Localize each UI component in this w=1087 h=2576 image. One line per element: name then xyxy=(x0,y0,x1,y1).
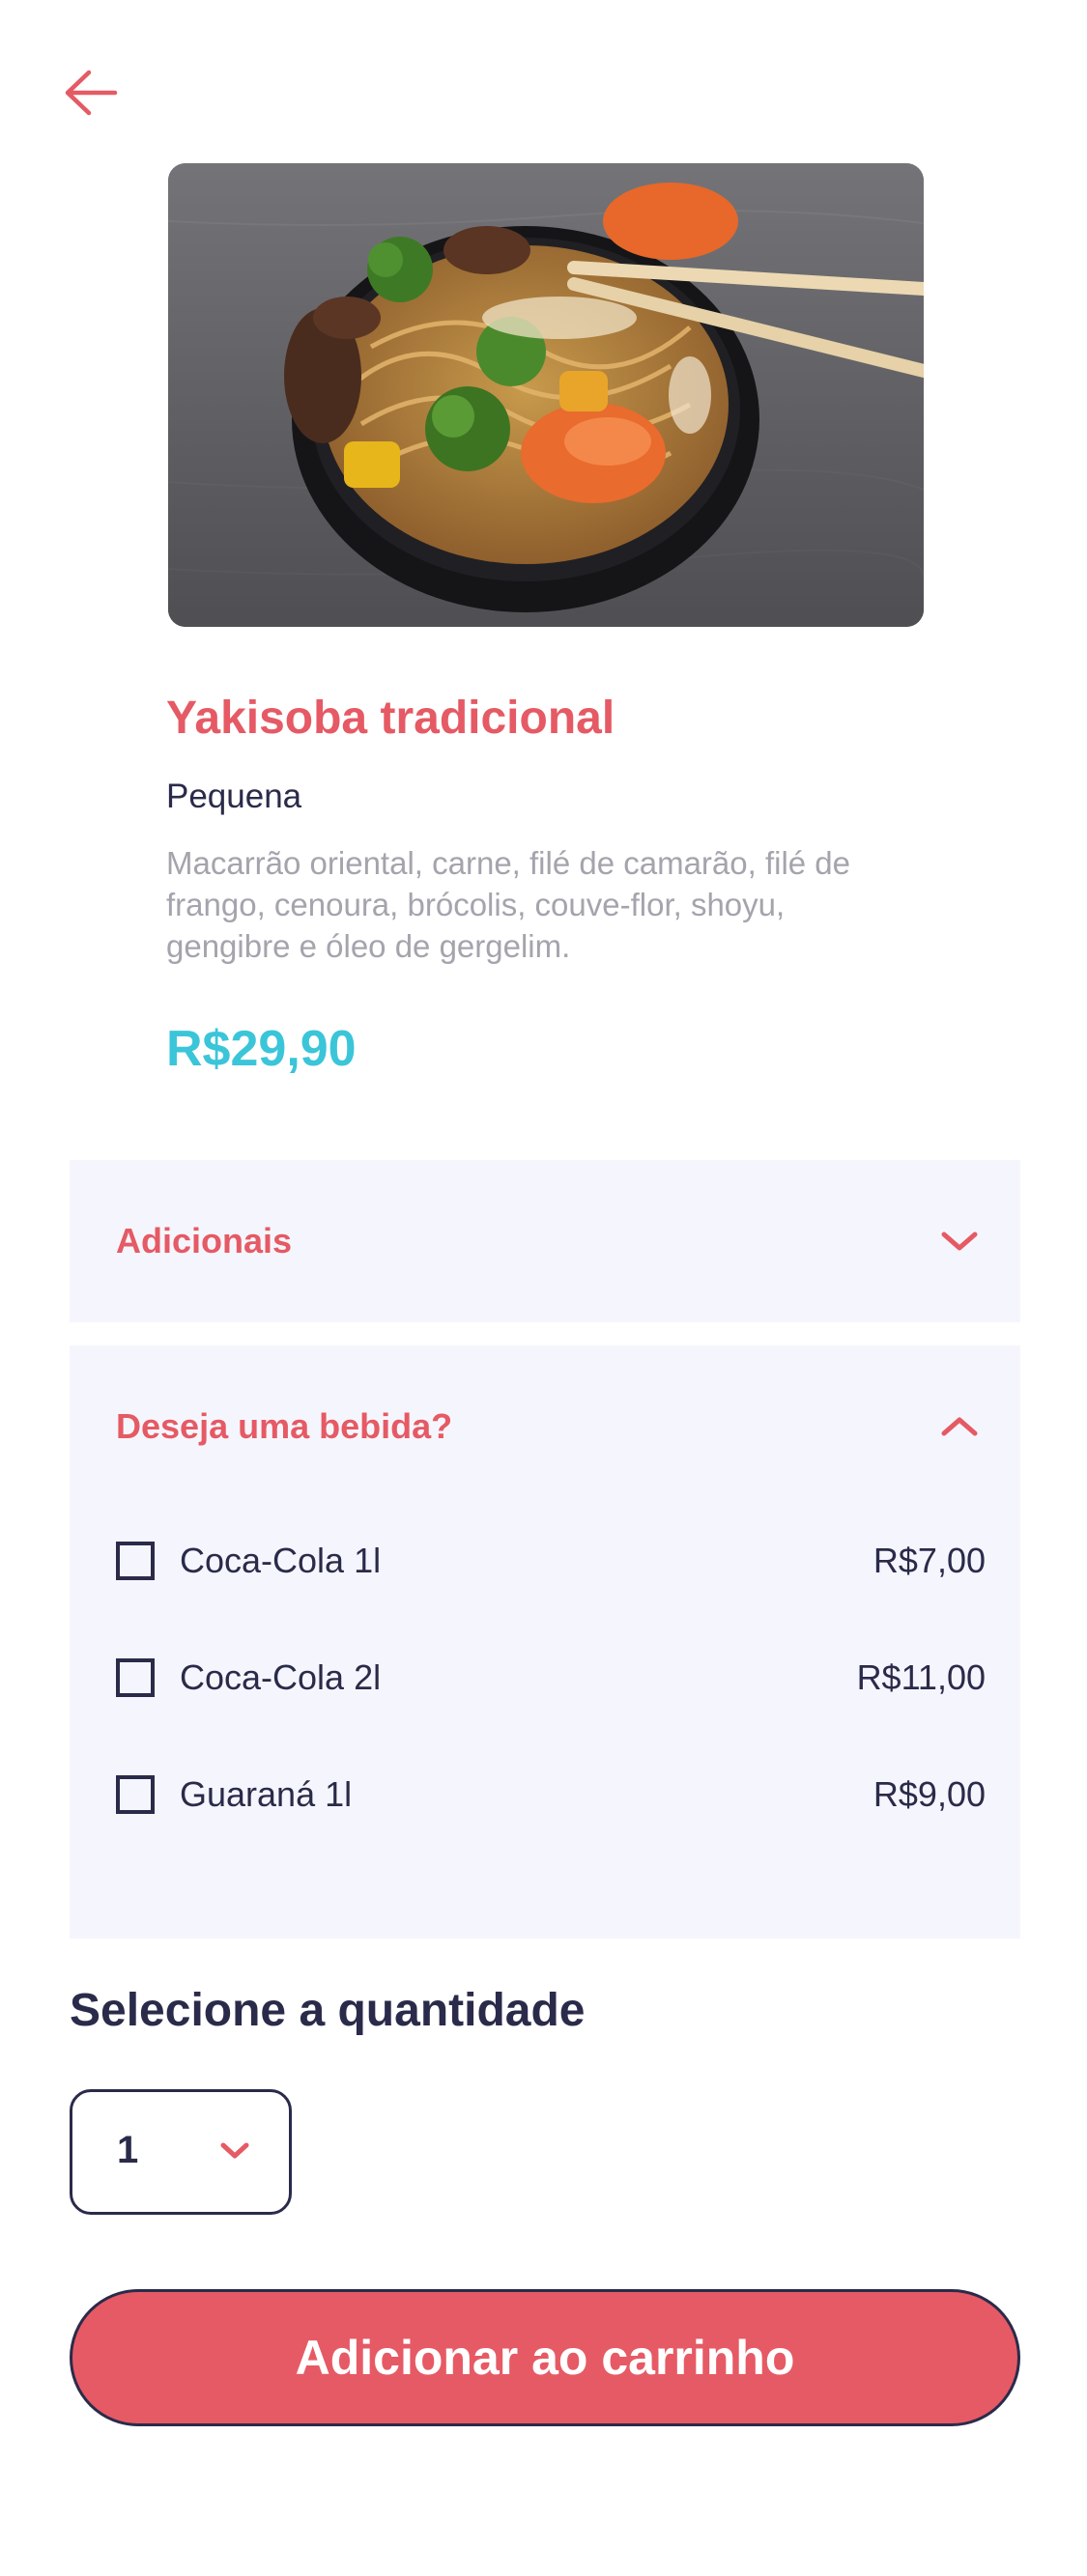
section-title: Adicionais xyxy=(116,1221,293,1260)
section-bebida: Deseja uma bebida? Coca-Cola 1l R$7,00 C… xyxy=(70,1345,1020,1939)
section-adicionais-toggle[interactable]: Adicionais xyxy=(116,1216,980,1266)
drink-checkbox[interactable] xyxy=(116,1542,155,1580)
product-size: Pequena xyxy=(166,778,302,815)
drink-label: Coca-Cola 2l xyxy=(180,1657,382,1697)
drink-option[interactable]: Coca-Cola 2l R$11,00 xyxy=(116,1654,986,1702)
drink-label: Coca-Cola 1l xyxy=(180,1541,382,1580)
section-adicionais: Adicionais xyxy=(70,1160,1020,1322)
chevron-up-icon xyxy=(941,1417,978,1436)
chevron-down-icon xyxy=(220,2142,249,2159)
drink-option[interactable]: Coca-Cola 1l R$7,00 xyxy=(116,1537,986,1585)
arrow-left-icon xyxy=(65,70,118,116)
quantity-select[interactable]: 1 xyxy=(70,2089,292,2215)
drink-checkbox[interactable] xyxy=(116,1775,155,1814)
drink-price: R$11,00 xyxy=(856,1657,986,1697)
drink-price: R$9,00 xyxy=(872,1774,986,1814)
product-title: Yakisoba tradicional xyxy=(166,693,615,744)
drink-option[interactable]: Guaraná 1l R$9,00 xyxy=(116,1770,986,1819)
quantity-heading: Selecione a quantidade xyxy=(70,1985,586,2036)
product-image xyxy=(168,163,924,627)
chevron-down-icon xyxy=(941,1231,978,1251)
section-title: Deseja uma bebida? xyxy=(116,1406,453,1446)
product-description: Macarrão oriental, carne, filé de camarã… xyxy=(166,845,851,964)
quantity-value: 1 xyxy=(117,2129,139,2171)
drink-checkbox[interactable] xyxy=(116,1658,155,1697)
drink-price: R$7,00 xyxy=(872,1541,986,1580)
section-bebida-toggle[interactable]: Deseja uma bebida? xyxy=(116,1401,980,1452)
product-price: R$29,90 xyxy=(166,1021,357,1077)
back-button[interactable] xyxy=(62,64,120,122)
add-to-cart-button[interactable]: Adicionar ao carrinho xyxy=(70,2289,1020,2426)
drink-label: Guaraná 1l xyxy=(180,1774,353,1814)
